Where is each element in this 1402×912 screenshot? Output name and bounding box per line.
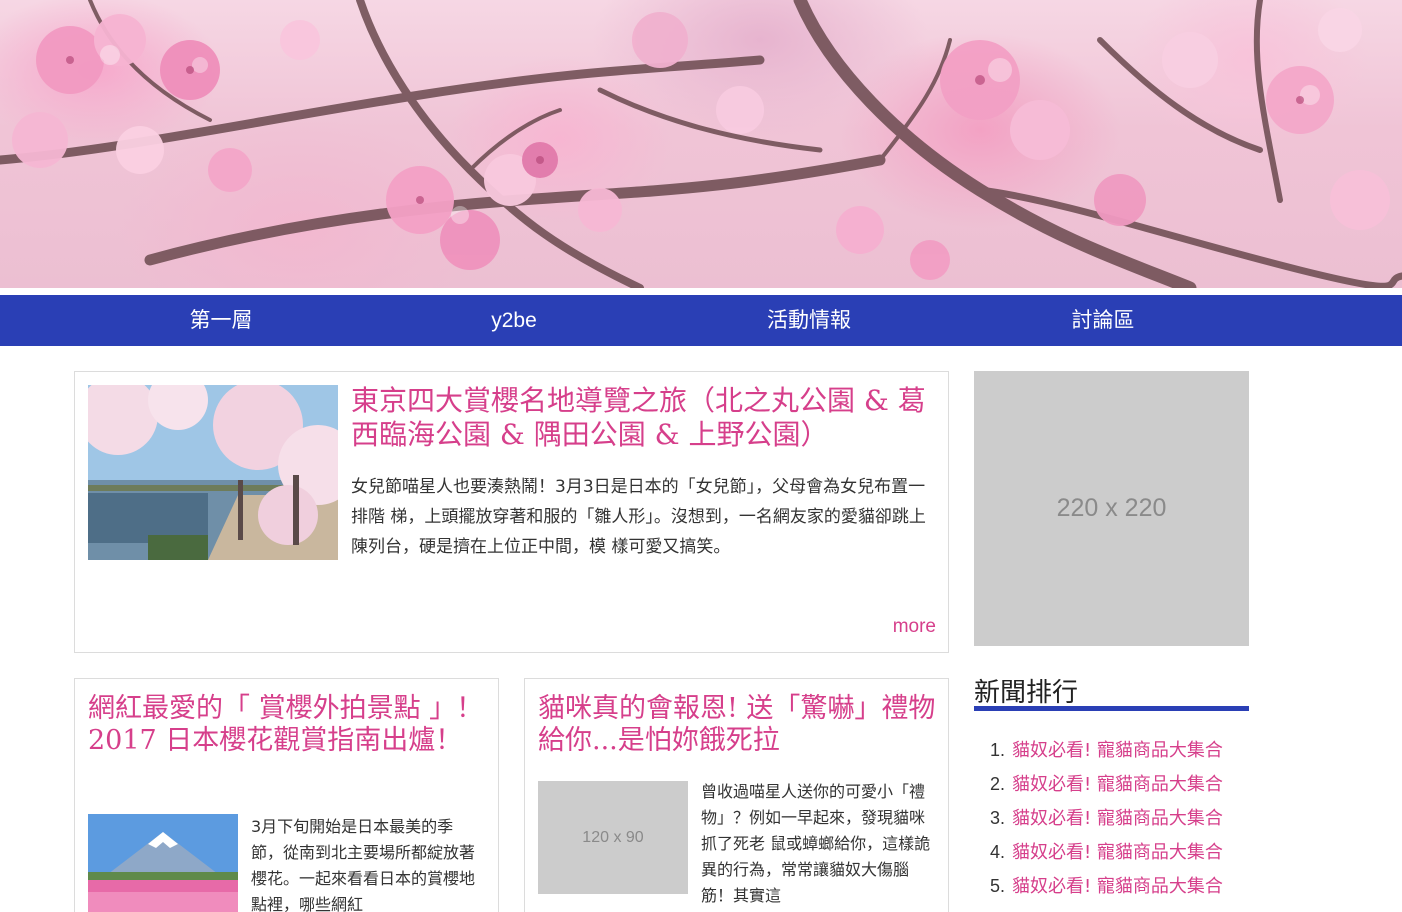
rank-number: 5.: [990, 876, 1006, 896]
mount-fuji-flower-field-photo[interactable]: [88, 814, 238, 912]
article-card-sakura-spots: 網紅最愛的「 賞櫻外拍景點 」！ 2017 日本櫻花觀賞指南出爐！ 3月下旬開始…: [74, 678, 499, 912]
featured-article-card: 東京四大賞櫻名地導覽之旅（北之丸公園 & 葛西臨海公園 & 隅田公園 & 上野公…: [74, 371, 949, 653]
featured-article-excerpt: 女兒節喵星人也要湊熱鬧！3月3日是日本的「女兒節」，父母會為女兒布置一排階 梯，…: [351, 477, 926, 557]
rank-number: 2.: [990, 774, 1006, 794]
rank-link[interactable]: 貓奴必看! 寵貓商品大集合: [1012, 876, 1223, 897]
rank-number: 4.: [990, 842, 1006, 862]
rank-number: 3.: [990, 808, 1006, 828]
rank-link[interactable]: 貓奴必看! 寵貓商品大集合: [1012, 808, 1223, 829]
nav-item-first-layer[interactable]: 第一層: [101, 295, 341, 346]
list-item: 5. 貓奴必看! 寵貓商品大集合: [990, 872, 1223, 906]
featured-article-title[interactable]: 東京四大賞櫻名地導覽之旅（北之丸公園 & 葛西臨海公園 & 隅田公園 & 上野公…: [351, 384, 941, 451]
article-card-cat-gift: 貓咪真的會報恩! 送「驚嚇」禮物給你...是怕妳餓死拉 120 x 90 曾收過…: [524, 678, 949, 912]
news-ranking-heading: 新聞排行: [974, 678, 1079, 708]
list-item: 2. 貓奴必看! 寵貓商品大集合: [990, 770, 1223, 804]
nav-item-forum[interactable]: 討論區: [983, 295, 1223, 346]
article-excerpt: 曾收過喵星人送你的可愛小「禮物」？例如一早起來，發現貓咪抓了死老 鼠或蟑螂給你，…: [701, 782, 931, 905]
rank-link[interactable]: 貓奴必看! 寵貓商品大集合: [1012, 774, 1223, 795]
list-item: 3. 貓奴必看! 寵貓商品大集合: [990, 804, 1223, 838]
rank-link[interactable]: 貓奴必看! 寵貓商品大集合: [1012, 740, 1223, 761]
article-excerpt: 3月下旬開始是日本最美的季節，從南到北主要場所都綻放著櫻花。一起來看看日本的賞櫻…: [251, 817, 476, 912]
list-item: 1. 貓奴必看! 寵貓商品大集合: [990, 736, 1223, 770]
article-title[interactable]: 貓咪真的會報恩! 送「驚嚇」禮物給你...是怕妳餓死拉: [538, 693, 938, 758]
cherry-blossom-banner-image: [0, 0, 1402, 288]
main-nav: 第一層 y2be 活動情報 討論區: [0, 295, 1402, 346]
article-image-placeholder[interactable]: 120 x 90: [538, 781, 688, 894]
rank-link[interactable]: 貓奴必看! 寵貓商品大集合: [1012, 842, 1223, 863]
more-link[interactable]: more: [893, 616, 936, 638]
cherry-blossom-park-photo[interactable]: [88, 385, 338, 560]
list-item: 4. 貓奴必看! 寵貓商品大集合: [990, 838, 1223, 872]
news-ranking-list: 1. 貓奴必看! 寵貓商品大集合 2. 貓奴必看! 寵貓商品大集合 3. 貓奴必看! …: [990, 736, 1223, 906]
article-title[interactable]: 網紅最愛的「 賞櫻外拍景點 」！ 2017 日本櫻花觀賞指南出爐！: [88, 693, 488, 758]
nav-item-events[interactable]: 活動情報: [689, 295, 929, 346]
hero-divider: [0, 288, 1402, 295]
nav-item-y2be[interactable]: y2be: [394, 295, 634, 346]
rank-number: 1.: [990, 740, 1006, 760]
hero-banner: [0, 0, 1402, 288]
heading-underline: [974, 706, 1249, 711]
sidebar-ad-placeholder[interactable]: 220 x 220: [974, 371, 1249, 646]
